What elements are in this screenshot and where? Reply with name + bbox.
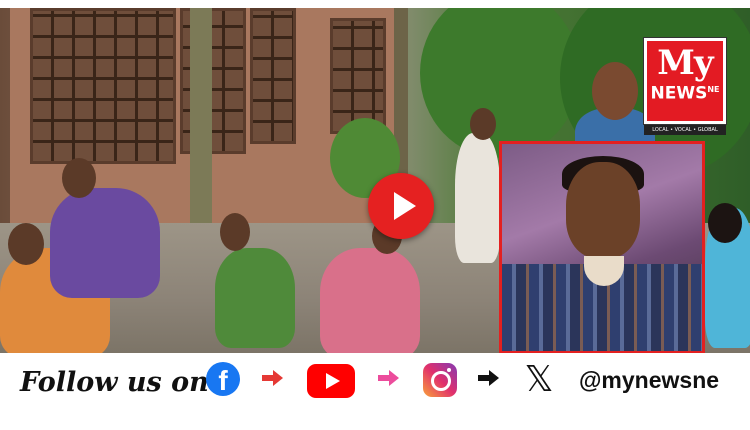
seated-woman: [320, 248, 420, 353]
person-head: [470, 108, 496, 140]
logo-my: My: [657, 43, 713, 83]
logo-suffix: NE: [707, 85, 720, 94]
portrait-face: [566, 162, 640, 258]
social-handle[interactable]: @mynewsne: [579, 367, 719, 394]
seated-woman: [215, 248, 295, 348]
logo-news: NEWSNE: [647, 81, 723, 103]
tree-foliage: [420, 8, 580, 158]
inset-portrait: [499, 141, 705, 353]
house-window: [330, 18, 386, 134]
follow-us-text: Follow us on: [20, 367, 209, 398]
facebook-icon[interactable]: f: [206, 362, 240, 396]
house-window: [30, 8, 176, 164]
seated-woman: [50, 188, 160, 298]
person-head: [708, 203, 742, 243]
video-thumbnail[interactable]: My NEWSNE LOCAL • VOCAL • GLOBAL: [0, 8, 750, 353]
youtube-icon[interactable]: [307, 364, 355, 398]
play-button[interactable]: [368, 173, 434, 239]
person-head: [8, 223, 44, 265]
logo-news-text: NEWS: [650, 83, 708, 104]
standing-woman: [455, 133, 500, 263]
person-head: [62, 158, 96, 198]
person-head: [592, 62, 638, 120]
top-strip: [0, 0, 750, 8]
social-footer: Follow us on f 𝕏 @mynewsne: [0, 353, 750, 430]
house-window: [250, 8, 296, 144]
x-icon[interactable]: 𝕏: [522, 361, 556, 399]
person-head: [220, 213, 250, 251]
mynews-logo: My NEWSNE LOCAL • VOCAL • GLOBAL: [644, 38, 726, 135]
instagram-icon[interactable]: [423, 363, 457, 397]
logo-tagline: LOCAL • VOCAL • GLOBAL: [644, 125, 726, 135]
